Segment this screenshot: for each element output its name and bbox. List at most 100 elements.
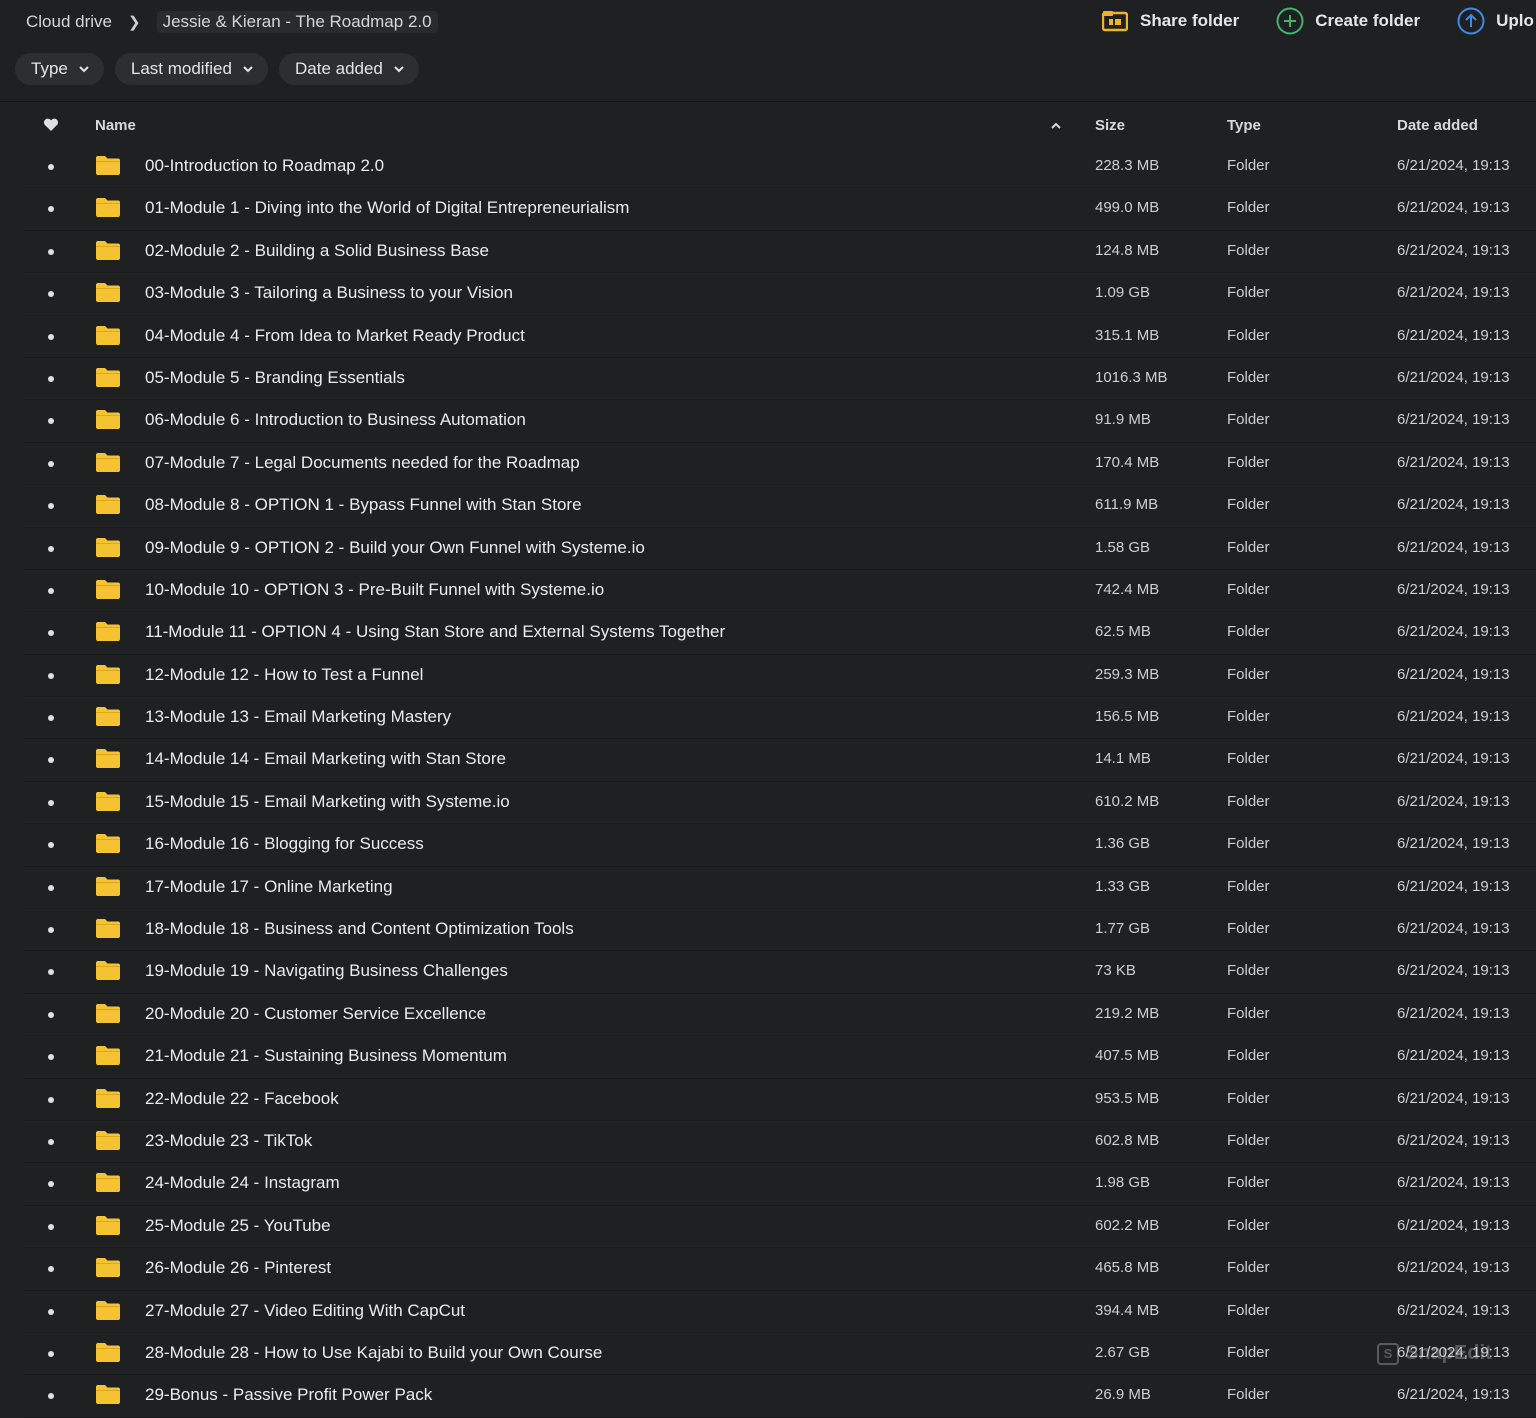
file-type: Folder xyxy=(1227,538,1270,556)
folder-icon xyxy=(96,1088,120,1108)
file-size: 228.3 MB xyxy=(1095,157,1160,174)
table-row[interactable]: 04-Module 4 - From Idea to Market Ready … xyxy=(24,316,1536,358)
file-name[interactable]: 13-Module 13 - Email Marketing Mastery xyxy=(145,707,451,727)
table-row[interactable]: 29-Bonus - Passive Profit Power Pack 26.9… xyxy=(24,1375,1536,1418)
table-row[interactable]: 03-Module 3 - Tailoring a Business to yo… xyxy=(24,273,1536,316)
table-row[interactable]: 17-Module 17 - Online Marketing 1.33 GB Fo… xyxy=(24,867,1536,910)
chevron-down-icon xyxy=(79,66,89,73)
table-row[interactable]: 13-Module 13 - Email Marketing Mastery 15… xyxy=(24,697,1536,740)
share-folder-button[interactable]: Share folder xyxy=(1100,6,1239,36)
file-name[interactable]: 11-Module 11 - OPTION 4 - Using Stan Sto… xyxy=(145,622,725,642)
upload-button[interactable]: Uplo xyxy=(1456,6,1534,36)
file-name[interactable]: 00-Introduction to Roadmap 2.0 xyxy=(145,156,384,176)
table-row[interactable]: 26-Module 26 - Pinterest 465.8 MB Folder 6/… xyxy=(24,1248,1536,1291)
file-name[interactable]: 28-Module 28 - How to Use Kajabi to Buil… xyxy=(145,1343,602,1363)
row-bullet xyxy=(48,1011,54,1018)
file-name[interactable]: 15-Module 15 - Email Marketing with Syst… xyxy=(145,792,510,812)
table-row[interactable]: 05-Module 5 - Branding Essentials 1016.3 … xyxy=(24,358,1536,401)
table-row[interactable]: 21-Module 21 - Sustaining Business Momen… xyxy=(24,1036,1536,1079)
table-row[interactable]: 18-Module 18 - Business and Content Opti… xyxy=(24,909,1536,952)
table-row[interactable]: 24-Module 24 - Instagram 1.98 GB Folder 6/2… xyxy=(24,1163,1536,1206)
breadcrumb-current[interactable]: Jessie & Kieran - The Roadmap 2.0 xyxy=(156,11,438,33)
table-row[interactable]: 27-Module 27 - Video Editing With CapCut… xyxy=(24,1291,1536,1333)
file-name[interactable]: 23-Module 23 - TikTok xyxy=(145,1131,312,1151)
table-row[interactable]: 12-Module 12 - How to Test a Funnel 259.3… xyxy=(24,655,1536,698)
file-name[interactable]: 19-Module 19 - Navigating Business Chall… xyxy=(145,961,508,981)
file-name[interactable]: 27-Module 27 - Video Editing With CapCut xyxy=(145,1301,465,1321)
date-added-filter-label: Date added xyxy=(294,59,383,78)
table-row[interactable]: 20-Module 20 - Customer Service Excellen… xyxy=(24,994,1536,1037)
file-name[interactable]: 16-Module 16 - Blogging for Success xyxy=(145,834,424,854)
file-date-added: 6/21/2024, 19:13 xyxy=(1397,157,1510,174)
file-size: 1.09 GB xyxy=(1095,284,1151,302)
file-name[interactable]: 12-Module 12 - How to Test a Funnel xyxy=(145,665,423,685)
row-bullet xyxy=(48,418,54,425)
file-size: 124.8 MB xyxy=(1095,241,1160,259)
top-bar: Cloud drive ❯ Jessie & Kieran - The Road… xyxy=(0,0,1536,44)
table-row[interactable]: 00-Introduction to Roadmap 2.0 228.3 MB Fo… xyxy=(24,146,1536,189)
file-name[interactable]: 24-Module 24 - Instagram xyxy=(145,1173,340,1193)
file-name[interactable]: 07-Module 7 - Legal Documents needed for… xyxy=(145,453,580,473)
file-type: Folder xyxy=(1227,1386,1270,1404)
table-row[interactable]: 11-Module 11 - OPTION 4 - Using Stan Sto… xyxy=(24,612,1536,655)
file-date-added: 6/21/2024, 19:13 xyxy=(1397,241,1510,259)
file-size: 62.5 MB xyxy=(1095,623,1151,641)
favourite-heart-icon[interactable] xyxy=(43,118,59,132)
last-modified-filter[interactable]: Last modified xyxy=(114,53,268,85)
file-name[interactable]: 03-Module 3 - Tailoring a Business to yo… xyxy=(145,283,513,303)
table-row[interactable]: 19-Module 19 - Navigating Business Chall… xyxy=(24,951,1536,994)
table-row[interactable]: 07-Module 7 - Legal Documents needed for… xyxy=(24,443,1536,486)
table-row[interactable]: 01-Module 1 - Diving into the World of D… xyxy=(24,188,1536,231)
file-name[interactable]: 05-Module 5 - Branding Essentials xyxy=(145,368,405,388)
file-name[interactable]: 01-Module 1 - Diving into the World of D… xyxy=(145,198,629,218)
file-name[interactable]: 10-Module 10 - OPTION 3 - Pre-Built Funn… xyxy=(145,580,604,600)
table-row[interactable]: 16-Module 16 - Blogging for Success 1.36 … xyxy=(24,824,1536,867)
breadcrumb-root[interactable]: Cloud drive xyxy=(26,12,112,32)
file-name[interactable]: 17-Module 17 - Online Marketing xyxy=(145,877,393,897)
file-name[interactable]: 18-Module 18 - Business and Content Opti… xyxy=(145,919,574,939)
file-name[interactable]: 22-Module 22 - Facebook xyxy=(145,1089,339,1109)
chevron-down-icon xyxy=(394,66,404,73)
table-row[interactable]: 08-Module 8 - OPTION 1 - Bypass Funnel w… xyxy=(24,485,1536,528)
file-name[interactable]: 20-Module 20 - Customer Service Excellen… xyxy=(145,1004,486,1024)
table-row[interactable]: 14-Module 14 - Email Marketing with Stan… xyxy=(24,739,1536,782)
table-row[interactable]: 23-Module 23 - TikTok 602.8 MB Folder 6/21/… xyxy=(24,1121,1536,1164)
file-name[interactable]: 06-Module 6 - Introduction to Business A… xyxy=(145,410,526,430)
column-header-date-added[interactable]: Date added xyxy=(1397,117,1478,134)
file-name[interactable]: 04-Module 4 - From Idea to Market Ready … xyxy=(145,326,525,346)
file-size: 602.2 MB xyxy=(1095,1216,1160,1234)
file-type: Folder xyxy=(1227,623,1270,641)
create-folder-button[interactable]: Create folder xyxy=(1275,6,1420,36)
table-row[interactable]: 22-Module 22 - Facebook 953.5 MB Folder 6/2… xyxy=(24,1079,1536,1121)
row-bullet xyxy=(48,460,54,467)
sort-ascending-icon[interactable] xyxy=(1050,121,1062,131)
upload-label: Uplo xyxy=(1496,11,1534,30)
file-name[interactable]: 14-Module 14 - Email Marketing with Stan… xyxy=(145,749,506,769)
table-row[interactable]: 02-Module 2 - Building a Solid Business … xyxy=(24,231,1536,274)
file-date-added: 6/21/2024, 19:13 xyxy=(1397,835,1510,853)
file-name[interactable]: 26-Module 26 - Pinterest xyxy=(145,1258,331,1278)
file-name[interactable]: 29-Bonus - Passive Profit Power Pack xyxy=(145,1385,432,1405)
column-header-type[interactable]: Type xyxy=(1227,117,1261,134)
table-row[interactable]: 25-Module 25 - YouTube 602.2 MB Folder 6/21… xyxy=(24,1206,1536,1249)
column-header-name[interactable]: Name xyxy=(95,117,136,134)
row-bullet xyxy=(48,630,54,637)
file-name[interactable]: 25-Module 25 - YouTube xyxy=(145,1216,331,1236)
table-row[interactable]: 28-Module 28 - How to Use Kajabi to Buil… xyxy=(24,1333,1536,1376)
file-name[interactable]: 02-Module 2 - Building a Solid Business … xyxy=(145,241,489,261)
row-bullet xyxy=(48,1054,54,1061)
type-filter[interactable]: Type xyxy=(15,53,104,85)
table-row[interactable]: 06-Module 6 - Introduction to Business A… xyxy=(24,400,1536,443)
file-type: Folder xyxy=(1227,284,1270,302)
table-row[interactable]: 10-Module 10 - OPTION 3 - Pre-Built Funn… xyxy=(24,570,1536,613)
type-filter-label: Type xyxy=(31,59,68,78)
date-added-filter[interactable]: Date added xyxy=(278,53,419,85)
column-header-size[interactable]: Size xyxy=(1095,117,1125,134)
table-row[interactable]: 15-Module 15 - Email Marketing with Syst… xyxy=(24,782,1536,825)
file-name[interactable]: 08-Module 8 - OPTION 1 - Bypass Funnel w… xyxy=(145,495,582,515)
table-row[interactable]: 09-Module 9 - OPTION 2 - Build your Own … xyxy=(24,528,1536,570)
file-type: Folder xyxy=(1227,665,1270,683)
watermark-text: SnapEdit xyxy=(1405,1342,1492,1364)
file-name[interactable]: 21-Module 21 - Sustaining Business Momen… xyxy=(145,1046,507,1066)
file-name[interactable]: 09-Module 9 - OPTION 2 - Build your Own … xyxy=(145,538,645,558)
